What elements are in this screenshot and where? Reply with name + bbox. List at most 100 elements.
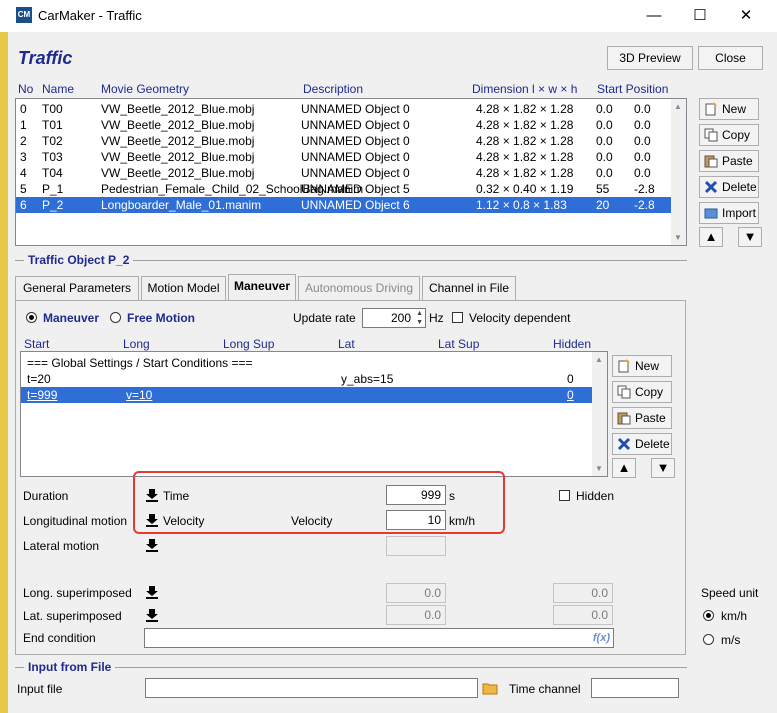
table-cell-desc: UNNAMED Object 0 bbox=[301, 118, 410, 132]
update-rate-unit: Hz bbox=[429, 311, 444, 325]
maneuver-radio[interactable] bbox=[26, 312, 37, 323]
delete-maneuver-button[interactable]: Delete bbox=[612, 433, 672, 455]
list-scrollbar[interactable]: ▲ ▼ bbox=[671, 99, 686, 245]
table-cell-s1: 0.0 bbox=[596, 102, 613, 116]
function-fx-icon[interactable]: f(x) bbox=[593, 629, 610, 647]
table-row[interactable]: 2 T02 VW_Beetle_2012_Blue.mobj UNNAMED Obje… bbox=[16, 133, 671, 149]
new-object-button[interactable]: New bbox=[699, 98, 759, 120]
update-rate-label: Update rate bbox=[293, 311, 356, 325]
carmaker-app-icon: CM bbox=[16, 7, 32, 23]
time-channel-label: Time channel bbox=[509, 682, 581, 696]
free-motion-radio[interactable] bbox=[110, 312, 121, 323]
traffic-object-list[interactable]: 0 T00 VW_Beetle_2012_Blue.mobj UNNAMED Obje… bbox=[15, 98, 687, 246]
table-cell-name: T01 bbox=[42, 118, 63, 132]
grid-row[interactable]: t=20 y_abs=15 0 bbox=[21, 371, 593, 387]
copy-icon bbox=[617, 385, 631, 399]
move-down-button[interactable]: ▼ bbox=[738, 227, 762, 247]
table-cell-desc: UNNAMED Object 0 bbox=[301, 150, 410, 164]
delete-object-button[interactable]: Delete bbox=[699, 176, 759, 198]
table-cell-no: 4 bbox=[20, 166, 27, 180]
delete-x-icon bbox=[617, 437, 631, 451]
table-cell-s2: -2.8 bbox=[634, 182, 655, 196]
table-row[interactable]: 0 T00 VW_Beetle_2012_Blue.mobj UNNAMED Obje… bbox=[16, 101, 671, 117]
table-cell-dim: 4.28 × 1.82 × 1.28 bbox=[476, 166, 574, 180]
folder-browse-icon[interactable] bbox=[482, 680, 498, 696]
grid-header-lat: Lat bbox=[338, 337, 355, 351]
speed-unit-title: Speed unit bbox=[701, 586, 759, 600]
end-condition-label: End condition bbox=[23, 631, 96, 645]
table-cell-no: 2 bbox=[20, 134, 27, 148]
grid-scrollbar[interactable]: ▲ ▼ bbox=[592, 352, 607, 476]
move-up-button[interactable]: ▲ bbox=[699, 227, 723, 247]
table-cell-name: T02 bbox=[42, 134, 63, 148]
table-cell-name: T03 bbox=[42, 150, 63, 164]
window-close-button[interactable]: ✕ bbox=[723, 0, 769, 32]
maneuver-move-up-button[interactable]: ▲ bbox=[612, 458, 636, 478]
scroll-up-icon[interactable]: ▲ bbox=[674, 102, 682, 111]
table-cell-s1: 0.0 bbox=[596, 118, 613, 132]
table-cell-s2: 0.0 bbox=[634, 166, 651, 180]
table-row-selected[interactable]: 6 P_2 Longboarder_Male_01.manim UNNAMED Obj… bbox=[16, 197, 671, 213]
download-arrow-icon[interactable] bbox=[145, 608, 159, 622]
lat-superimposed-value-1: 0.0 bbox=[386, 605, 446, 625]
new-maneuver-button[interactable]: New bbox=[612, 355, 672, 377]
maximize-button[interactable]: ☐ bbox=[677, 0, 723, 32]
speed-unit-kmh-radio[interactable] bbox=[703, 610, 714, 621]
longitudinal-motion-label: Longitudinal motion bbox=[23, 514, 128, 528]
update-rate-input[interactable]: 200 ▲ ▼ bbox=[362, 308, 426, 328]
grid-row[interactable]: === Global Settings / Start Conditions =… bbox=[21, 355, 593, 371]
table-row[interactable]: 4 T04 VW_Beetle_2012_Blue.mobj UNNAMED Obje… bbox=[16, 165, 671, 181]
grid-cell-start: === Global Settings / Start Conditions =… bbox=[27, 356, 253, 370]
table-cell-movie: Longboarder_Male_01.manim bbox=[101, 198, 262, 212]
3d-preview-button[interactable]: 3D Preview bbox=[607, 46, 693, 70]
grid-row-selected[interactable]: t=999 v=10 0 bbox=[21, 387, 593, 403]
tab-autonomous-driving[interactable]: Autonomous Driving bbox=[298, 276, 420, 300]
import-object-button[interactable]: Import bbox=[699, 202, 759, 224]
tab-general-parameters[interactable]: General Parameters bbox=[15, 276, 139, 300]
table-cell-dim: 0.32 × 0.40 × 1.19 bbox=[476, 182, 574, 196]
table-cell-dim: 4.28 × 1.82 × 1.28 bbox=[476, 118, 574, 132]
copy-maneuver-button[interactable]: Copy bbox=[612, 381, 672, 403]
scroll-up-icon[interactable]: ▲ bbox=[595, 355, 603, 364]
arrow-up-icon: ▲ bbox=[704, 229, 718, 244]
hidden-label: Hidden bbox=[576, 489, 615, 503]
time-channel-input[interactable] bbox=[591, 678, 679, 698]
table-cell-no: 1 bbox=[20, 118, 27, 132]
paste-maneuver-button[interactable]: Paste bbox=[612, 407, 672, 429]
table-row[interactable]: 1 T01 VW_Beetle_2012_Blue.mobj UNNAMED Obje… bbox=[16, 117, 671, 133]
copy-object-button[interactable]: Copy bbox=[699, 124, 759, 146]
velocity-dependent-checkbox[interactable] bbox=[452, 312, 463, 323]
close-button[interactable]: Close bbox=[698, 46, 763, 70]
table-cell-no: 0 bbox=[20, 102, 27, 116]
lat-superimposed-value-2: 0.0 bbox=[553, 605, 613, 625]
end-condition-input[interactable]: f(x) bbox=[144, 628, 614, 648]
maneuver-move-down-button[interactable]: ▼ bbox=[651, 458, 675, 478]
tab-motion-model[interactable]: Motion Model bbox=[141, 276, 226, 300]
table-cell-desc: UNNAMED Object 6 bbox=[301, 198, 410, 212]
tab-channel-in-file[interactable]: Channel in File bbox=[422, 276, 516, 300]
table-row[interactable]: 5 P_1 Pedestrian_Female_Child_02_SchoolBag… bbox=[16, 181, 671, 197]
table-cell-s1: 0.0 bbox=[596, 134, 613, 148]
grid-cell-start: t=20 bbox=[27, 372, 51, 386]
download-arrow-icon[interactable] bbox=[145, 538, 159, 552]
new-file-icon bbox=[618, 359, 630, 373]
minimize-button[interactable]: — bbox=[631, 0, 677, 32]
grid-cell-hidden: 0 bbox=[567, 372, 574, 386]
spinner-icon[interactable]: ▲ ▼ bbox=[416, 309, 423, 327]
speed-unit-ms-radio[interactable] bbox=[703, 634, 714, 645]
scroll-down-icon[interactable]: ▼ bbox=[595, 464, 603, 473]
download-arrow-icon[interactable] bbox=[145, 585, 159, 599]
maneuver-grid[interactable]: === Global Settings / Start Conditions =… bbox=[20, 351, 608, 477]
hidden-checkbox[interactable] bbox=[559, 490, 570, 501]
scroll-down-icon[interactable]: ▼ bbox=[674, 233, 682, 242]
input-file-input[interactable] bbox=[145, 678, 478, 698]
paste-object-button[interactable]: Paste bbox=[699, 150, 759, 172]
table-cell-dim: 4.28 × 1.82 × 1.28 bbox=[476, 102, 574, 116]
table-cell-movie: VW_Beetle_2012_Blue.mobj bbox=[101, 134, 255, 148]
table-cell-dim: 4.28 × 1.82 × 1.28 bbox=[476, 134, 574, 148]
input-from-file-title: Input from File bbox=[24, 660, 116, 674]
tab-maneuver[interactable]: Maneuver bbox=[228, 274, 296, 300]
table-row[interactable]: 3 T03 VW_Beetle_2012_Blue.mobj UNNAMED Obje… bbox=[16, 149, 671, 165]
new-label: New bbox=[722, 102, 747, 116]
table-cell-movie: VW_Beetle_2012_Blue.mobj bbox=[101, 166, 255, 180]
